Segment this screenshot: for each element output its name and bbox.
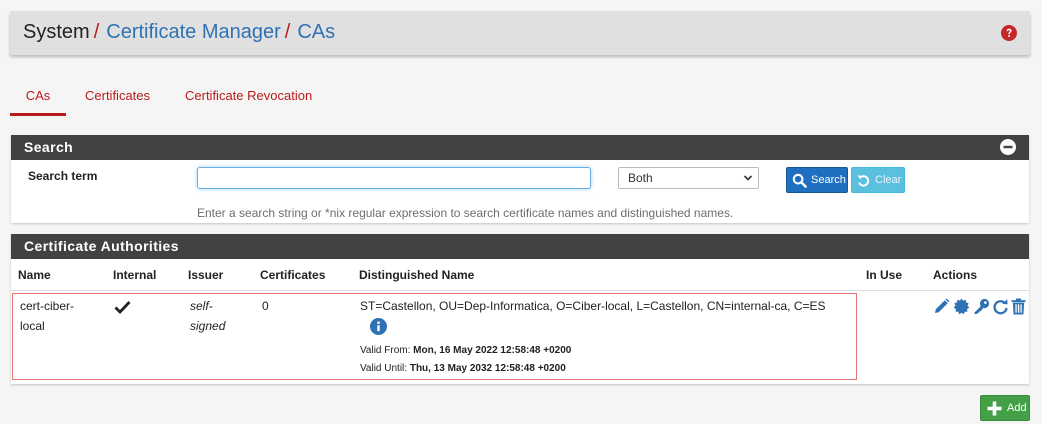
ca-valid-from: Valid From: Mon, 16 May 2022 12:58:48 +0… — [360, 345, 571, 356]
search-panel: Search Search term Both Search Clear Ent… — [11, 135, 1029, 223]
ca-name-line-1: cert-ciber- — [20, 299, 75, 313]
search-scope-select[interactable]: Both — [618, 167, 759, 189]
clear-button[interactable]: Clear — [851, 167, 905, 193]
ca-distinguished-name: ST=Castellon, OU=Dep-Informatica, O=Cibe… — [360, 299, 826, 313]
collapse-icon[interactable] — [1000, 139, 1016, 155]
table-header-divider — [11, 290, 1029, 291]
ca-name-line-2: local — [20, 319, 45, 333]
breadcrumb: System / Certificate Manager / CAs — [23, 21, 335, 44]
pencil-icon[interactable] — [933, 298, 950, 315]
breadcrumb-system: System — [23, 21, 90, 43]
chevron-down-icon — [743, 175, 753, 181]
breadcrumb-separator: / — [93, 21, 100, 43]
ca-issuer-cell: self- signed — [190, 296, 225, 336]
plus-icon — [987, 401, 1002, 416]
breadcrumb-cas[interactable]: CAs — [297, 21, 335, 43]
breadcrumb-separator: / — [284, 21, 291, 43]
tab-cas[interactable]: CAs — [10, 80, 66, 116]
ca-panel-header: Certificate Authorities — [11, 234, 1029, 259]
search-icon — [792, 173, 807, 188]
certificate-authorities-panel: Certificate Authorities Name Internal Is… — [11, 234, 1029, 384]
help-icon[interactable] — [1001, 25, 1017, 41]
search-help-text: Enter a search string or *nix regular ex… — [197, 206, 734, 220]
info-icon[interactable] — [370, 318, 387, 335]
search-panel-header: Search — [11, 135, 1029, 160]
search-scope-value: Both — [628, 171, 653, 185]
column-header-in-use[interactable]: In Use — [866, 268, 902, 282]
valid-from-value: Mon, 16 May 2022 12:58:48 +0200 — [413, 345, 572, 356]
check-icon — [114, 301, 131, 314]
add-ca-button[interactable]: Add — [980, 395, 1030, 421]
column-header-certificates[interactable]: Certificates — [260, 268, 325, 282]
valid-until-label: Valid Until: — [360, 363, 408, 374]
key-icon[interactable] — [973, 298, 990, 315]
search-button-label: Search — [811, 174, 846, 186]
certificate-icon[interactable] — [953, 298, 970, 315]
valid-until-value: Thu, 13 May 2032 12:58:48 +0200 — [409, 363, 566, 374]
search-term-label: Search term — [28, 169, 98, 183]
ca-issuer-line-2: signed — [190, 319, 226, 333]
tab-certificate-revocation[interactable]: Certificate Revocation — [185, 80, 312, 116]
search-panel-title: Search — [24, 139, 74, 155]
column-header-distinguished-name[interactable]: Distinguished Name — [359, 268, 474, 282]
ca-valid-until: Valid Until: Thu, 13 May 2032 12:58:48 +… — [360, 363, 566, 374]
clear-button-label: Clear — [875, 174, 902, 186]
tab-certificates[interactable]: Certificates — [85, 80, 150, 116]
search-button[interactable]: Search — [786, 167, 848, 193]
undo-icon — [857, 175, 870, 187]
trash-icon[interactable] — [1010, 298, 1027, 315]
column-header-issuer[interactable]: Issuer — [188, 268, 223, 282]
valid-from-label: Valid From: — [360, 345, 411, 356]
search-input[interactable] — [197, 167, 591, 189]
add-button-label: Add — [1007, 402, 1027, 414]
ca-issuer-line-1: self- — [190, 299, 213, 313]
breadcrumb-certificate-manager[interactable]: Certificate Manager — [106, 21, 281, 43]
column-header-internal[interactable]: Internal — [113, 268, 156, 282]
refresh-icon[interactable] — [992, 298, 1009, 315]
ca-panel-title: Certificate Authorities — [24, 238, 179, 254]
page-header: System / Certificate Manager / CAs — [10, 11, 1030, 55]
ca-certificates-count: 0 — [262, 299, 269, 313]
column-header-name[interactable]: Name — [18, 268, 51, 282]
ca-name-cell: cert-ciber- local — [20, 296, 74, 336]
column-header-actions: Actions — [933, 268, 978, 282]
